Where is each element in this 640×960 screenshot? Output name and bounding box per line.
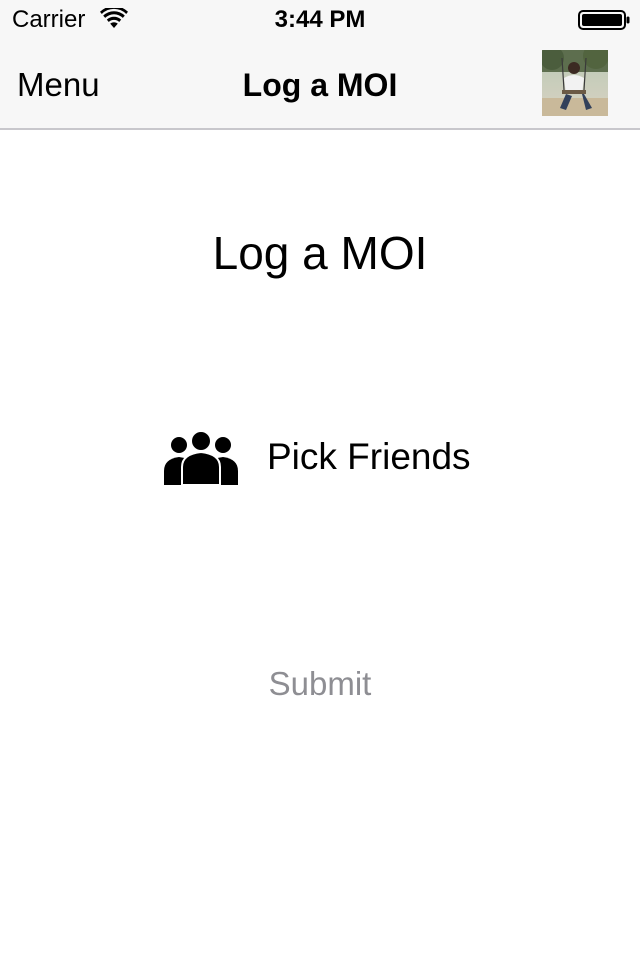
group-people-icon <box>164 430 238 485</box>
submit-button[interactable]: Submit <box>240 662 400 706</box>
battery-full-icon <box>578 10 630 30</box>
status-time: 3:44 PM <box>274 6 366 33</box>
pick-friends-label: Pick Friends <box>267 436 471 477</box>
page-heading: Log a MOI <box>212 227 428 279</box>
user-avatar[interactable] <box>542 50 608 116</box>
pick-friends-button[interactable]: Pick Friends <box>160 422 490 492</box>
status-bar: Carrier 3:44 PM <box>0 0 640 40</box>
navigation-bar: Menu Log a MOI <box>0 40 640 130</box>
user-avatar-photo <box>542 50 608 116</box>
